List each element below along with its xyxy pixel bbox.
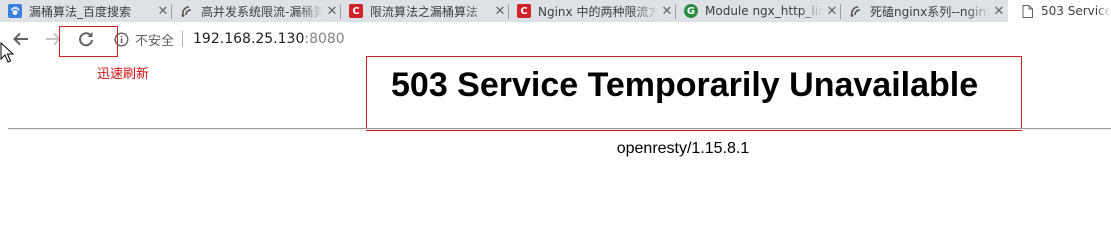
- csdn-icon: C: [349, 4, 363, 18]
- tab-baidu-search[interactable]: 漏桶算法_百度搜索 ✕: [0, 0, 172, 22]
- tab-cnblogs-nginx[interactable]: 死磕nginx系列--nginx ✕: [841, 0, 1008, 22]
- url-port: :8080: [304, 31, 345, 47]
- browser-toolbar: 不安全 192.168.25.130:8080: [0, 22, 1111, 56]
- tab-title: 限流算法之漏桶算法: [370, 4, 479, 19]
- tab-cnblogs-limit[interactable]: 高并发系统限流-漏桶算法 ✕: [172, 0, 341, 22]
- tab-csdn-nginx[interactable]: C Nginx 中的两种限流方式 ✕: [509, 0, 676, 22]
- address-bar[interactable]: 不安全 192.168.25.130:8080: [113, 26, 1103, 52]
- back-arrow-icon: [13, 32, 28, 46]
- tab-title: 死磕nginx系列--nginx: [870, 4, 990, 19]
- tab-nginx-module[interactable]: G Module ngx_http_limit ✕: [676, 0, 841, 22]
- close-icon[interactable]: ✕: [658, 4, 676, 19]
- csdn-icon: C: [517, 4, 531, 18]
- close-icon[interactable]: ✕: [154, 4, 172, 19]
- close-icon[interactable]: ✕: [323, 4, 341, 19]
- tab-title: Module ngx_http_limit: [705, 4, 823, 18]
- paw-icon: [8, 4, 22, 18]
- tab-strip: 漏桶算法_百度搜索 ✕ 高并发系统限流-漏桶算法 ✕ C 限流算法之漏桶算法 ✕…: [0, 0, 1111, 22]
- page-icon: [1020, 4, 1034, 18]
- tab-title: 高并发系统限流-漏桶算法: [201, 4, 323, 19]
- mouse-cursor-icon: [0, 42, 14, 63]
- tab-title: 漏桶算法_百度搜索: [29, 4, 132, 19]
- refresh-annotation-label: 迅速刷新: [97, 67, 150, 82]
- tab-title: Nginx 中的两种限流方式: [538, 4, 658, 19]
- divider: [182, 31, 184, 47]
- cnblogs-icon: [849, 4, 863, 18]
- horizontal-rule: [8, 128, 1111, 130]
- url-host: 192.168.25.130: [193, 31, 305, 47]
- security-label[interactable]: 不安全: [135, 30, 174, 49]
- tab-title: 503 Service Temporarily Unavailable: [1041, 4, 1111, 18]
- refresh-annotation-box: [59, 26, 118, 57]
- close-icon[interactable]: ✕: [491, 4, 509, 19]
- cnblogs-icon: [180, 4, 194, 18]
- page-title: 503 Service Temporarily Unavailable: [391, 66, 979, 104]
- tab-503-active[interactable]: 503 Service Temporarily Unavailable: [1008, 0, 1111, 22]
- server-signature: openresty/1.15.8.1: [616, 140, 750, 157]
- close-icon[interactable]: ✕: [990, 4, 1008, 19]
- github-icon: G: [684, 4, 698, 18]
- tab-csdn-leaky-bucket[interactable]: C 限流算法之漏桶算法 ✕: [341, 0, 509, 22]
- close-icon[interactable]: ✕: [823, 4, 841, 19]
